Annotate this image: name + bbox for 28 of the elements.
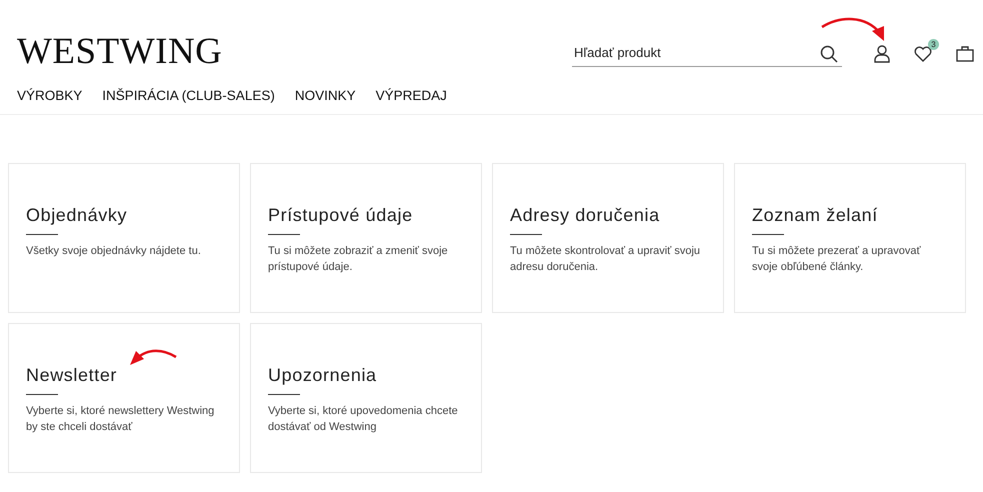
card-title: Newsletter [26,364,118,386]
account-card[interactable]: Objednávky Všetky svoje objednávky nájdete tu. [8,163,240,313]
account-card[interactable]: Zoznam želaní Tu si môžete prezerať a upravovať svoje obľúbené články. [734,163,966,313]
card-description: Vyberte si, ktoré upovedomenia chcete dostávať od Westwing [268,404,459,435]
card-title: Prístupové údaje [268,204,414,226]
card-description: Tu si môžete zobraziť a zmeniť svoje prístupové údaje. [268,244,449,275]
wishlist-count: 3 [928,39,939,50]
card-title: Upozornenia [268,364,378,386]
user-icon[interactable] [874,45,890,63]
logo[interactable]: WESTWING [17,33,222,70]
card-description: Všetky svoje objednávky nájdete tu. [26,244,202,259]
card-description: Vyberte si, ktoré newslettery Westwing by ste chceli dostávať [26,404,216,435]
account-card[interactable]: Prístupové údaje Tu si môžete zobraziť a zmeniť svoje prístupové údaje. [250,163,482,313]
account-card[interactable]: Newsletter Vyberte si, ktoré newslettery Westwing by ste chceli dostávať [8,323,240,473]
search-icon[interactable] [820,45,838,63]
card-title: Objednávky [26,204,128,226]
nav-link[interactable]: VÝPREDAJ [376,88,447,103]
card-description: Tu môžete skontrolovať a upraviť svoju adresu doručenia. [510,244,702,275]
card-title: Adresy doručenia [510,204,661,226]
account-card[interactable]: Adresy doručenia Tu môžete skontrolovať a upraviť svoju adresu doručenia. [492,163,724,313]
heart-icon[interactable] [914,46,932,62]
nav-link[interactable]: NOVINKY [294,88,356,103]
nav-link[interactable]: INŠPIRÁCIA (CLUB-SALES) [102,88,275,103]
card-description: Tu si môžete prezerať a upravovať svoje obľúbené články. [752,244,922,275]
nav-link[interactable]: VÝROBKY [17,88,82,103]
account-card[interactable]: Upozornenia Vyberte si, ktoré upovedomenia chcete dostávať od Westwing [250,323,482,473]
card-title: Zoznam želaní [752,204,879,226]
bag-icon[interactable] [956,46,974,62]
